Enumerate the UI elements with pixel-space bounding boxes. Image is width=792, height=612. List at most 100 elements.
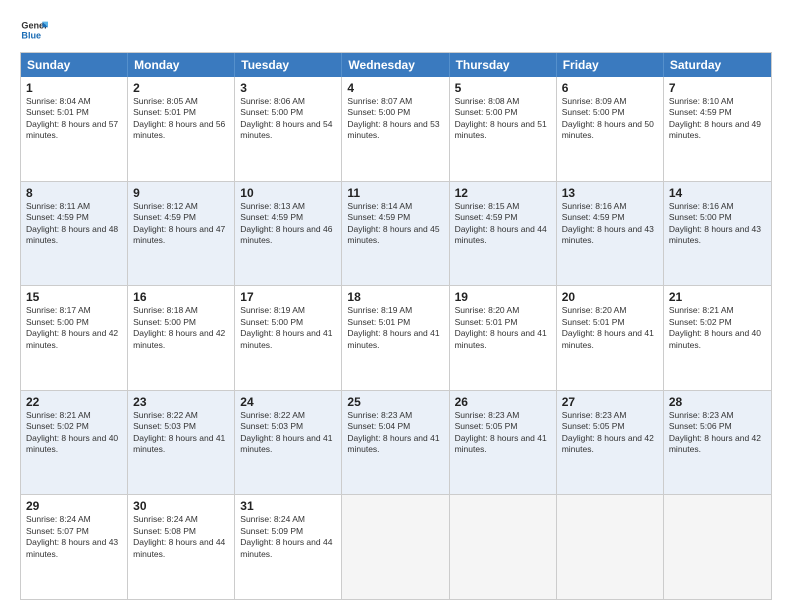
calendar-cell: 10 Sunrise: 8:13 AM Sunset: 4:59 PM Dayl… bbox=[235, 182, 342, 286]
day-number: 31 bbox=[240, 499, 336, 513]
calendar-cell: 3 Sunrise: 8:06 AM Sunset: 5:00 PM Dayli… bbox=[235, 77, 342, 181]
calendar-cell: 20 Sunrise: 8:20 AM Sunset: 5:01 PM Dayl… bbox=[557, 286, 664, 390]
day-number: 7 bbox=[669, 81, 766, 95]
day-number: 5 bbox=[455, 81, 551, 95]
day-info: Sunrise: 8:18 AM Sunset: 5:00 PM Dayligh… bbox=[133, 305, 229, 351]
calendar-cell: 12 Sunrise: 8:15 AM Sunset: 4:59 PM Dayl… bbox=[450, 182, 557, 286]
calendar-header: Sunday Monday Tuesday Wednesday Thursday… bbox=[21, 53, 771, 77]
day-info: Sunrise: 8:07 AM Sunset: 5:00 PM Dayligh… bbox=[347, 96, 443, 142]
day-number: 4 bbox=[347, 81, 443, 95]
day-info: Sunrise: 8:08 AM Sunset: 5:00 PM Dayligh… bbox=[455, 96, 551, 142]
day-number: 29 bbox=[26, 499, 122, 513]
day-info: Sunrise: 8:17 AM Sunset: 5:00 PM Dayligh… bbox=[26, 305, 122, 351]
day-info: Sunrise: 8:15 AM Sunset: 4:59 PM Dayligh… bbox=[455, 201, 551, 247]
day-number: 27 bbox=[562, 395, 658, 409]
day-info: Sunrise: 8:06 AM Sunset: 5:00 PM Dayligh… bbox=[240, 96, 336, 142]
calendar-cell: 14 Sunrise: 8:16 AM Sunset: 5:00 PM Dayl… bbox=[664, 182, 771, 286]
week-row-2: 15 Sunrise: 8:17 AM Sunset: 5:00 PM Dayl… bbox=[21, 285, 771, 390]
day-number: 30 bbox=[133, 499, 229, 513]
logo-icon: General Blue bbox=[20, 16, 48, 44]
header-saturday: Saturday bbox=[664, 53, 771, 77]
day-number: 22 bbox=[26, 395, 122, 409]
day-number: 28 bbox=[669, 395, 766, 409]
calendar-cell: 5 Sunrise: 8:08 AM Sunset: 5:00 PM Dayli… bbox=[450, 77, 557, 181]
calendar-cell: 9 Sunrise: 8:12 AM Sunset: 4:59 PM Dayli… bbox=[128, 182, 235, 286]
day-number: 10 bbox=[240, 186, 336, 200]
calendar-cell: 19 Sunrise: 8:20 AM Sunset: 5:01 PM Dayl… bbox=[450, 286, 557, 390]
calendar-cell bbox=[557, 495, 664, 599]
calendar-cell bbox=[450, 495, 557, 599]
day-number: 24 bbox=[240, 395, 336, 409]
day-number: 12 bbox=[455, 186, 551, 200]
calendar-cell bbox=[342, 495, 449, 599]
header-tuesday: Tuesday bbox=[235, 53, 342, 77]
day-number: 26 bbox=[455, 395, 551, 409]
day-info: Sunrise: 8:20 AM Sunset: 5:01 PM Dayligh… bbox=[562, 305, 658, 351]
calendar-cell bbox=[664, 495, 771, 599]
calendar-cell: 15 Sunrise: 8:17 AM Sunset: 5:00 PM Dayl… bbox=[21, 286, 128, 390]
calendar-cell: 21 Sunrise: 8:21 AM Sunset: 5:02 PM Dayl… bbox=[664, 286, 771, 390]
day-info: Sunrise: 8:24 AM Sunset: 5:08 PM Dayligh… bbox=[133, 514, 229, 560]
day-number: 3 bbox=[240, 81, 336, 95]
calendar-cell: 25 Sunrise: 8:23 AM Sunset: 5:04 PM Dayl… bbox=[342, 391, 449, 495]
day-number: 25 bbox=[347, 395, 443, 409]
day-number: 17 bbox=[240, 290, 336, 304]
logo: General Blue bbox=[20, 16, 52, 44]
header-friday: Friday bbox=[557, 53, 664, 77]
calendar-cell: 26 Sunrise: 8:23 AM Sunset: 5:05 PM Dayl… bbox=[450, 391, 557, 495]
calendar-cell: 28 Sunrise: 8:23 AM Sunset: 5:06 PM Dayl… bbox=[664, 391, 771, 495]
header-thursday: Thursday bbox=[450, 53, 557, 77]
week-row-1: 8 Sunrise: 8:11 AM Sunset: 4:59 PM Dayli… bbox=[21, 181, 771, 286]
day-number: 13 bbox=[562, 186, 658, 200]
day-info: Sunrise: 8:10 AM Sunset: 4:59 PM Dayligh… bbox=[669, 96, 766, 142]
calendar-cell: 29 Sunrise: 8:24 AM Sunset: 5:07 PM Dayl… bbox=[21, 495, 128, 599]
svg-text:Blue: Blue bbox=[21, 30, 41, 40]
calendar-cell: 16 Sunrise: 8:18 AM Sunset: 5:00 PM Dayl… bbox=[128, 286, 235, 390]
day-info: Sunrise: 8:16 AM Sunset: 4:59 PM Dayligh… bbox=[562, 201, 658, 247]
day-info: Sunrise: 8:14 AM Sunset: 4:59 PM Dayligh… bbox=[347, 201, 443, 247]
day-info: Sunrise: 8:16 AM Sunset: 5:00 PM Dayligh… bbox=[669, 201, 766, 247]
calendar-cell: 4 Sunrise: 8:07 AM Sunset: 5:00 PM Dayli… bbox=[342, 77, 449, 181]
day-info: Sunrise: 8:19 AM Sunset: 5:01 PM Dayligh… bbox=[347, 305, 443, 351]
calendar-page: General Blue Sunday Monday Tuesday Wedne… bbox=[0, 0, 792, 612]
day-info: Sunrise: 8:23 AM Sunset: 5:05 PM Dayligh… bbox=[562, 410, 658, 456]
calendar-cell: 31 Sunrise: 8:24 AM Sunset: 5:09 PM Dayl… bbox=[235, 495, 342, 599]
day-info: Sunrise: 8:23 AM Sunset: 5:04 PM Dayligh… bbox=[347, 410, 443, 456]
header-sunday: Sunday bbox=[21, 53, 128, 77]
calendar-cell: 23 Sunrise: 8:22 AM Sunset: 5:03 PM Dayl… bbox=[128, 391, 235, 495]
calendar-cell: 30 Sunrise: 8:24 AM Sunset: 5:08 PM Dayl… bbox=[128, 495, 235, 599]
day-number: 15 bbox=[26, 290, 122, 304]
day-number: 19 bbox=[455, 290, 551, 304]
calendar-cell: 13 Sunrise: 8:16 AM Sunset: 4:59 PM Dayl… bbox=[557, 182, 664, 286]
day-info: Sunrise: 8:24 AM Sunset: 5:09 PM Dayligh… bbox=[240, 514, 336, 560]
day-info: Sunrise: 8:11 AM Sunset: 4:59 PM Dayligh… bbox=[26, 201, 122, 247]
calendar-cell: 11 Sunrise: 8:14 AM Sunset: 4:59 PM Dayl… bbox=[342, 182, 449, 286]
day-info: Sunrise: 8:22 AM Sunset: 5:03 PM Dayligh… bbox=[133, 410, 229, 456]
day-info: Sunrise: 8:13 AM Sunset: 4:59 PM Dayligh… bbox=[240, 201, 336, 247]
day-info: Sunrise: 8:04 AM Sunset: 5:01 PM Dayligh… bbox=[26, 96, 122, 142]
day-info: Sunrise: 8:23 AM Sunset: 5:05 PM Dayligh… bbox=[455, 410, 551, 456]
day-info: Sunrise: 8:20 AM Sunset: 5:01 PM Dayligh… bbox=[455, 305, 551, 351]
day-number: 23 bbox=[133, 395, 229, 409]
day-number: 2 bbox=[133, 81, 229, 95]
calendar-cell: 27 Sunrise: 8:23 AM Sunset: 5:05 PM Dayl… bbox=[557, 391, 664, 495]
day-number: 20 bbox=[562, 290, 658, 304]
day-number: 1 bbox=[26, 81, 122, 95]
calendar-cell: 22 Sunrise: 8:21 AM Sunset: 5:02 PM Dayl… bbox=[21, 391, 128, 495]
calendar-cell: 24 Sunrise: 8:22 AM Sunset: 5:03 PM Dayl… bbox=[235, 391, 342, 495]
day-info: Sunrise: 8:09 AM Sunset: 5:00 PM Dayligh… bbox=[562, 96, 658, 142]
day-info: Sunrise: 8:21 AM Sunset: 5:02 PM Dayligh… bbox=[26, 410, 122, 456]
calendar-cell: 1 Sunrise: 8:04 AM Sunset: 5:01 PM Dayli… bbox=[21, 77, 128, 181]
day-number: 14 bbox=[669, 186, 766, 200]
week-row-4: 29 Sunrise: 8:24 AM Sunset: 5:07 PM Dayl… bbox=[21, 494, 771, 599]
day-number: 21 bbox=[669, 290, 766, 304]
calendar-cell: 17 Sunrise: 8:19 AM Sunset: 5:00 PM Dayl… bbox=[235, 286, 342, 390]
day-number: 8 bbox=[26, 186, 122, 200]
header-monday: Monday bbox=[128, 53, 235, 77]
calendar: Sunday Monday Tuesday Wednesday Thursday… bbox=[20, 52, 772, 600]
day-info: Sunrise: 8:21 AM Sunset: 5:02 PM Dayligh… bbox=[669, 305, 766, 351]
day-number: 16 bbox=[133, 290, 229, 304]
calendar-cell: 2 Sunrise: 8:05 AM Sunset: 5:01 PM Dayli… bbox=[128, 77, 235, 181]
calendar-cell: 8 Sunrise: 8:11 AM Sunset: 4:59 PM Dayli… bbox=[21, 182, 128, 286]
header-wednesday: Wednesday bbox=[342, 53, 449, 77]
